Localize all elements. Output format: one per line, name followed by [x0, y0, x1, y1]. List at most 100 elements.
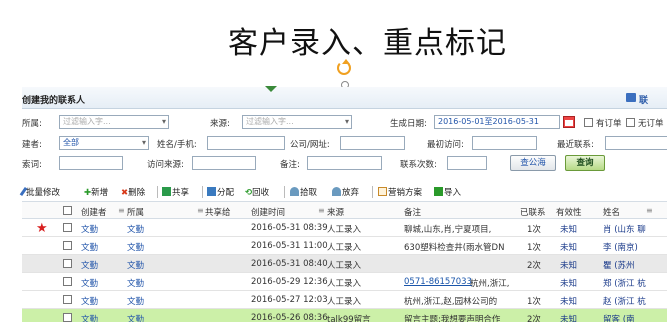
remark-input[interactable]: [307, 156, 382, 170]
gen-date-range-input[interactable]: 2016-05-01至2016-05-31: [434, 115, 560, 129]
column-sort-icon[interactable]: ≡: [197, 206, 204, 215]
cell-remark: 630塑料检查井(雨水管DN: [404, 243, 505, 253]
cell-contacted: 1次: [527, 225, 541, 235]
contact-count-label: 联系次数:: [400, 160, 437, 170]
company-url-input[interactable]: [340, 136, 405, 150]
drop-button[interactable]: 放弃: [332, 186, 359, 198]
row-checkbox[interactable]: [63, 223, 72, 232]
row-checkbox[interactable]: [63, 313, 72, 322]
cell-owner[interactable]: 文勤: [127, 295, 144, 307]
select-all-checkbox[interactable]: [63, 206, 72, 215]
company-url-label: 公司/网址:: [290, 140, 330, 150]
column-sort-icon[interactable]: ≡: [118, 206, 125, 215]
cell-creator[interactable]: 文勤: [81, 223, 98, 235]
no-order-checkbox[interactable]: [626, 118, 635, 127]
cell-owner[interactable]: 文勤: [127, 313, 144, 322]
remark-label: 备注:: [280, 160, 300, 170]
creator-label: 建者:: [22, 140, 42, 150]
first-visit-input[interactable]: [472, 136, 537, 150]
keyword-input[interactable]: [59, 156, 123, 170]
cell-name[interactable]: 肖 (山东 聊: [603, 223, 667, 235]
contact-count-input[interactable]: [447, 156, 487, 170]
cell-creator[interactable]: 文勤: [81, 259, 98, 271]
cell-creator[interactable]: 文勤: [81, 277, 98, 289]
name-phone-label: 姓名/手机:: [157, 140, 197, 150]
source-label: 来源:: [210, 119, 230, 129]
gen-date-label: 生成日期:: [390, 119, 427, 129]
table-row[interactable]: 文勤 文勤 2016-05-26 08:36 talk99留言 留言主题:我想要声明合作…: [22, 309, 667, 322]
column-header-owner[interactable]: 所属: [127, 206, 144, 218]
table-row[interactable]: 文勤 文勤 2016-05-31 11:00 人工录入 630塑料检查井(雨水管DN 1次…: [22, 237, 667, 255]
first-visit-label: 最初访问:: [427, 140, 464, 150]
no-order-label: 无订单: [638, 119, 664, 129]
column-header-creator[interactable]: 创建者: [81, 206, 107, 218]
visit-source-input[interactable]: [192, 156, 256, 170]
cell-owner[interactable]: 文勤: [127, 259, 144, 271]
cell-source: 人工录入: [327, 225, 362, 235]
search-public-button[interactable]: 查公海: [510, 155, 556, 171]
add-button[interactable]: ✚新增: [84, 186, 108, 198]
cell-remark: 留言主题:我想要声明合作: [404, 315, 501, 322]
row-checkbox[interactable]: [63, 295, 72, 304]
cell-owner[interactable]: 文勤: [127, 223, 144, 235]
column-header-remark[interactable]: 备注: [404, 206, 421, 218]
cell-creator[interactable]: 文勤: [81, 313, 98, 322]
row-checkbox[interactable]: [63, 241, 72, 250]
table-row[interactable]: ★ 文勤 文勤 2016-05-31 08:39 人工录入 聊城,山东,肖,宁夏项目, 1次…: [22, 219, 667, 237]
column-header-shared[interactable]: 共享给: [205, 206, 231, 218]
marketing-plan-button[interactable]: 营销方案: [378, 186, 422, 198]
cell-owner[interactable]: 文勤: [127, 277, 144, 289]
cell-source: 人工录入: [327, 297, 362, 307]
column-header-created-time[interactable]: 创建时间: [251, 206, 285, 218]
calendar-icon[interactable]: [563, 116, 575, 128]
cell-name[interactable]: 瞿 (苏州: [603, 259, 667, 271]
import-button[interactable]: 导入: [434, 186, 461, 198]
star-mark-icon[interactable]: ★: [36, 221, 48, 236]
assign-label: 分配: [217, 188, 235, 198]
table-row[interactable]: 文勤 文勤 2016-05-27 12:03 人工录入 杭州,浙江,赵,园林公司的 1次 未…: [22, 291, 667, 309]
column-sort-icon[interactable]: ≡: [646, 206, 653, 215]
assign-button[interactable]: 分配: [207, 186, 234, 198]
recycle-button[interactable]: ⟲回收: [245, 186, 269, 198]
visit-source-label: 访问来源:: [147, 160, 184, 170]
column-sort-icon[interactable]: ≡: [318, 206, 325, 215]
category-filter-input[interactable]: 过滤输入字...: [59, 115, 169, 129]
cell-owner[interactable]: 文勤: [127, 241, 144, 253]
recent-contact-input[interactable]: [605, 136, 667, 150]
table-row[interactable]: 文勤 文勤 2016-05-29 12:36 人工录入 0571-86157033 杭州…: [22, 273, 667, 291]
share-button[interactable]: 共享: [162, 186, 189, 198]
drop-label: 放弃: [342, 188, 360, 198]
name-phone-input[interactable]: [207, 136, 285, 150]
cell-name[interactable]: 赵 (浙江 杭: [603, 295, 667, 307]
panel-top-link[interactable]: 联: [639, 93, 648, 106]
pick-button[interactable]: 拾取: [290, 186, 317, 198]
cell-valid: 未知: [560, 279, 578, 289]
rotate-handle-icon[interactable]: [337, 59, 351, 75]
cell-source: 人工录入: [327, 243, 362, 253]
column-header-source[interactable]: 来源: [327, 206, 344, 218]
row-checkbox[interactable]: [63, 259, 72, 268]
drop-icon: [332, 187, 341, 196]
column-header-name[interactable]: 姓名: [603, 206, 620, 218]
creator-select[interactable]: 全部: [59, 136, 149, 150]
delete-button[interactable]: ✖删除: [121, 186, 145, 198]
contact-card-icon[interactable]: [626, 93, 636, 102]
recent-contact-label: 最近联系:: [557, 140, 594, 150]
cell-name[interactable]: 留客 (南: [603, 313, 667, 322]
has-order-checkbox[interactable]: [584, 118, 593, 127]
table-row[interactable]: 文勤 文勤 2016-05-31 08:40 人工录入 2次 未知 瞿 (苏州: [22, 255, 667, 273]
batch-edit-button[interactable]: 批量修改: [19, 186, 60, 198]
cell-name[interactable]: 李 (南京): [603, 241, 667, 253]
recycle-label: 回收: [252, 188, 270, 198]
row-checkbox[interactable]: [63, 277, 72, 286]
has-order-label: 有订单: [596, 119, 622, 129]
cell-creator[interactable]: 文勤: [81, 295, 98, 307]
source-filter-input[interactable]: 过滤输入字...: [242, 115, 352, 129]
keyword-label: 索词:: [22, 160, 42, 170]
column-header-validity[interactable]: 有效性: [556, 206, 582, 218]
cell-time: 2016-05-31 08:39: [251, 223, 328, 233]
cell-creator[interactable]: 文勤: [81, 241, 98, 253]
search-button[interactable]: 查询: [565, 155, 605, 171]
column-header-contacted[interactable]: 已联系: [520, 206, 546, 218]
cell-name[interactable]: 郑 (浙江 杭: [603, 277, 667, 289]
